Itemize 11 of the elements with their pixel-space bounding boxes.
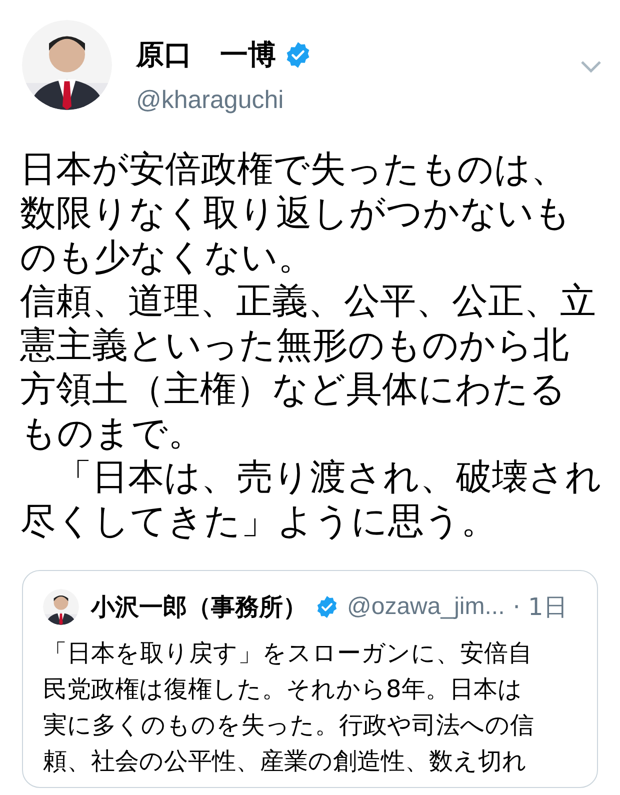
quoted-tweet-text: 「日本を取り戻す」をスローガンに、安倍自民党政権は復権した。それから8年。日本は実に多くのものを失った。行政や司法への信頼、社会の公平性、産業の創造性、数え切れ xyxy=(43,638,535,776)
tweet-paragraph: 日本が安倍政権で失ったものは、数限りなく取り返しがつかないものも少なくない。 xyxy=(20,148,572,280)
quoted-tweet-time: · 1日 xyxy=(512,592,568,622)
quoted-author-handle: @ozawa_jim... xyxy=(347,592,505,622)
quoted-tweet-card[interactable]: 小沢一郎（事務所） @ozawa_jim... · 1日 「日本を取り戻す」をスローガンに、安倍自民党政権は復権した。それから8年。日本は実に多くのものを失った。行政や司法への信頼、社会の公平性、産業の創造性、数え切れ xyxy=(22,570,598,788)
tweet-paragraph: 信頼、道理、正義、公平、公正、立憲主義といった無形のものから北方領土（主権）など具体にわたるものまで。 xyxy=(20,280,597,456)
chevron-down-icon[interactable] xyxy=(580,60,602,74)
author-handle: @kharaguchi xyxy=(136,85,284,116)
quoted-author-name: 小沢一郎（事務所） xyxy=(91,592,307,622)
author-name: 原口 一博 xyxy=(136,37,276,73)
tweet-paragraph: 「日本は、売り渡され、破壊され尽くしてきた」ように思う。 xyxy=(20,456,602,544)
